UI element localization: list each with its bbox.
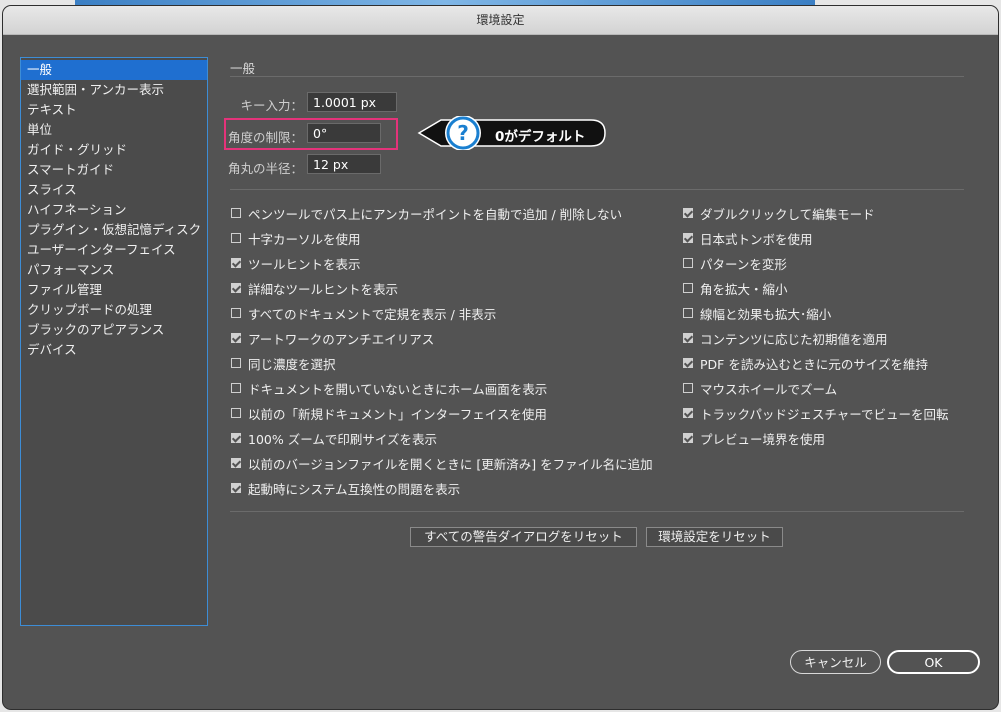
checkbox-checked[interactable] [231, 458, 241, 468]
sidebar-item-performance[interactable]: パフォーマンス [21, 260, 207, 280]
sidebar-item-hyphenation[interactable]: ハイフネーション [21, 200, 207, 220]
preferences-dialog: 環境設定 一般 選択範囲・アンカー表示 テキスト 単位 ガイド・グリッド スマー… [3, 6, 998, 709]
callout-text: 0がデフォルト [495, 129, 586, 145]
checkbox[interactable] [683, 383, 693, 393]
checkbox-checked[interactable] [683, 233, 693, 243]
checkbox[interactable] [231, 208, 241, 218]
option-show-home-screen[interactable]: ドキュメントを開いていないときにホーム画面を表示 [231, 380, 547, 397]
reset-preferences-button[interactable]: 環境設定をリセット [646, 527, 783, 547]
option-zoom-scroll-wheel[interactable]: マウスホイールでズーム [683, 380, 837, 397]
checkbox-checked[interactable] [231, 433, 241, 443]
checkbox[interactable] [231, 383, 241, 393]
checkbox-checked[interactable] [683, 408, 693, 418]
constrain-angle-input[interactable] [307, 123, 381, 143]
option-double-click-isolate[interactable]: ダブルクリックして編集モード [683, 205, 875, 222]
sidebar-item-guides-grid[interactable]: ガイド・グリッド [21, 140, 207, 160]
option-append-converted[interactable]: 以前のバージョンファイルを開くときに [更新済み] をファイル名に追加 [231, 455, 653, 472]
sidebar-item-black-appearance[interactable]: ブラックのアピアランス [21, 320, 207, 340]
question-mark-icon: ? [457, 121, 469, 145]
option-preview-bounds[interactable]: プレビュー境界を使用 [683, 430, 825, 447]
checkbox-checked[interactable] [683, 358, 693, 368]
checkbox[interactable] [683, 283, 693, 293]
section-divider-middle [230, 189, 964, 190]
reset-warning-dialogs-button[interactable]: すべての警告ダイアログをリセット [410, 527, 637, 547]
sidebar-item-smart-guides[interactable]: スマートガイド [21, 160, 207, 180]
checkbox[interactable] [231, 308, 241, 318]
option-scale-strokes-effects[interactable]: 線幅と効果も拡大･縮小 [683, 305, 831, 322]
option-transform-patterns[interactable]: パターンを変形 [683, 255, 787, 272]
option-pen-auto-add-delete[interactable]: ペンツールでパス上にアンカーポイントを自動で追加 / 削除しない [231, 205, 622, 222]
sidebar-item-general[interactable]: 一般 [21, 60, 207, 80]
option-scale-corners[interactable]: 角を拡大・縮小 [683, 280, 788, 297]
sidebar-item-clipboard[interactable]: クリップボードの処理 [21, 300, 207, 320]
sidebar-item-units[interactable]: 単位 [21, 120, 207, 140]
option-precise-cursors[interactable]: 十字カーソルを使用 [231, 230, 361, 247]
checkbox-checked[interactable] [231, 483, 241, 493]
checkbox-checked[interactable] [683, 208, 693, 218]
option-rulers-all-documents[interactable]: すべてのドキュメントで定規を表示 / 非表示 [231, 305, 496, 322]
option-honor-pdf-size[interactable]: PDF を読み込むときに元のサイズを維持 [683, 355, 928, 372]
checkbox[interactable] [231, 358, 241, 368]
checkbox-checked[interactable] [231, 333, 241, 343]
keyboard-increment-label: キー入力： [240, 98, 303, 113]
section-divider-bottom [230, 511, 964, 512]
checkbox[interactable] [231, 408, 241, 418]
checkbox[interactable] [231, 233, 241, 243]
checkbox[interactable] [683, 258, 693, 268]
sidebar-item-user-interface[interactable]: ユーザーインターフェイス [21, 240, 207, 260]
sidebar-item-selection-anchor[interactable]: 選択範囲・アンカー表示 [21, 80, 207, 100]
option-rich-tool-tips[interactable]: 詳細なツールヒントを表示 [231, 280, 398, 297]
dialog-title: 環境設定 [3, 6, 998, 35]
constrain-angle-label: 角度の制限： [228, 130, 304, 145]
option-content-aware-defaults[interactable]: コンテンツに応じた初期値を適用 [683, 330, 888, 347]
checkbox-checked[interactable] [683, 433, 693, 443]
option-trackpad-rotate-view[interactable]: トラックパッドジェスチャーでビューを回転 [683, 405, 949, 422]
checkbox-checked[interactable] [231, 258, 241, 268]
checkbox-checked[interactable] [231, 283, 241, 293]
sidebar-item-slices[interactable]: スライス [21, 180, 207, 200]
sidebar-item-file-handling[interactable]: ファイル管理 [21, 280, 207, 300]
corner-radius-label: 角丸の半径： [228, 161, 304, 176]
checkbox[interactable] [683, 308, 693, 318]
ok-button[interactable]: OK [887, 650, 980, 674]
option-anti-aliased-artwork[interactable]: アートワークのアンチエイリアス [231, 330, 434, 347]
option-print-size-100[interactable]: 100% ズームで印刷サイズを表示 [231, 430, 437, 447]
option-show-tool-tips[interactable]: ツールヒントを表示 [231, 255, 361, 272]
category-list: 一般 選択範囲・アンカー表示 テキスト 単位 ガイド・グリッド スマートガイド … [20, 57, 208, 626]
sidebar-item-plugins-scratch-disks[interactable]: プラグイン・仮想記憶ディスク [21, 220, 207, 240]
keyboard-increment-input[interactable] [307, 92, 397, 112]
cancel-button[interactable]: キャンセル [790, 650, 881, 674]
option-japanese-crop-marks[interactable]: 日本式トンボを使用 [683, 230, 813, 247]
sidebar-item-type[interactable]: テキスト [21, 100, 207, 120]
option-select-same-tint[interactable]: 同じ濃度を選択 [231, 355, 336, 372]
option-system-compatibility[interactable]: 起動時にシステム互換性の問題を表示 [231, 480, 460, 497]
checkbox-checked[interactable] [683, 333, 693, 343]
section-divider-top [230, 76, 964, 77]
section-title: 一般 [230, 61, 256, 76]
sidebar-item-devices[interactable]: デバイス [21, 340, 207, 360]
corner-radius-input[interactable] [307, 154, 381, 174]
option-legacy-new-document[interactable]: 以前の「新規ドキュメント」インターフェイスを使用 [231, 405, 547, 422]
